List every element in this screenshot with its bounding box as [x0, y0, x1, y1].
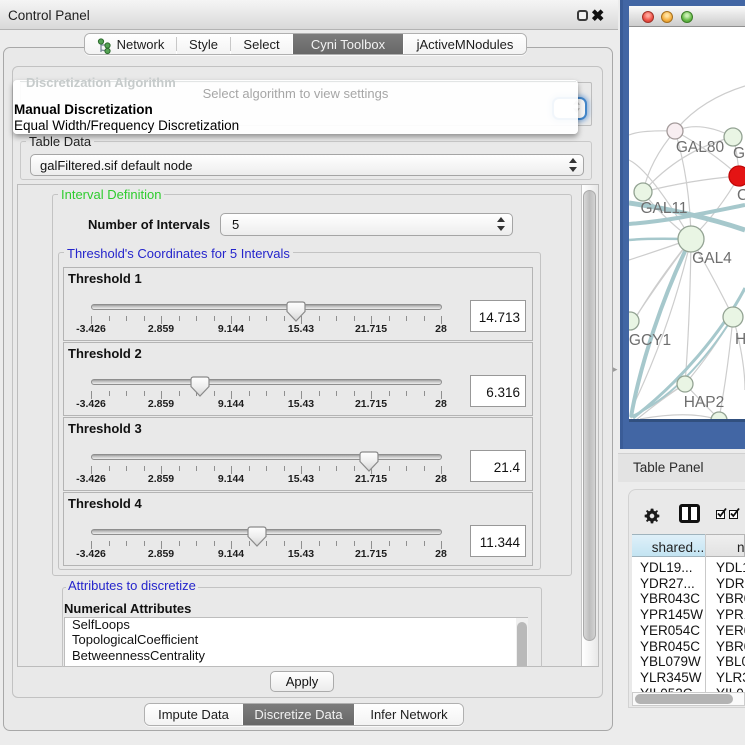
svg-text:GAL11: GAL11: [640, 200, 687, 217]
svg-text:H: H: [735, 331, 745, 348]
svg-text:GAL80: GAL80: [676, 139, 725, 156]
svg-text:C: C: [737, 187, 745, 204]
svg-text:HAP2: HAP2: [684, 394, 725, 411]
svg-text:GA: GA: [733, 145, 745, 162]
svg-text:GCY1: GCY1: [629, 332, 671, 349]
svg-text:GAL4: GAL4: [692, 250, 732, 267]
